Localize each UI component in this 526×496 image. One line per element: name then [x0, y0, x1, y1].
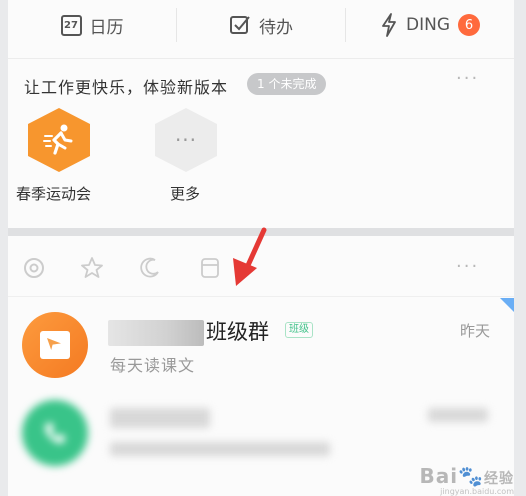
divider: [8, 296, 514, 297]
promo-more-icon[interactable]: ···: [456, 68, 479, 89]
tab-ding-label: DING: [406, 15, 450, 35]
watermark-url: jingyan.baidu.com: [440, 487, 514, 496]
tab-calendar-label: 日历: [89, 17, 124, 38]
calendar-icon: 27: [60, 14, 82, 36]
archive-icon[interactable]: [198, 256, 222, 280]
more-dots-icon: ···: [174, 128, 198, 152]
more-apps-label: 更多: [170, 185, 201, 203]
moon-icon[interactable]: [138, 256, 162, 280]
avatar: [22, 400, 88, 466]
conversation-preview: 每天读课文: [110, 356, 196, 375]
promo-progress-pill[interactable]: 1 个未完成: [247, 73, 327, 95]
book-icon: [40, 331, 70, 359]
conversation-name: 班级群: [206, 320, 269, 344]
ding-count-badge: 6: [458, 14, 480, 36]
spring-sports-app[interactable]: [28, 108, 90, 172]
blurred-text: [428, 408, 488, 422]
at-icon[interactable]: [22, 256, 46, 280]
watermark-text: Bai: [419, 464, 459, 488]
running-man-icon: [43, 124, 73, 155]
spring-sports-label: 春季运动会: [16, 185, 92, 203]
lightning-icon: [382, 13, 396, 37]
redacted-name: [108, 320, 204, 346]
blurred-text: [110, 408, 210, 428]
avatar: [22, 312, 88, 378]
toolbar-more-icon[interactable]: ···: [456, 256, 479, 277]
promo-title: 让工作更快乐，体验新版本: [24, 78, 229, 97]
conversation-time: 昨天: [459, 322, 490, 340]
tab-ding[interactable]: DING 6: [345, 8, 514, 42]
blurred-text: [110, 442, 330, 456]
star-icon[interactable]: [80, 256, 104, 280]
paw-icon: 🐾: [458, 464, 484, 488]
phone-icon: [45, 423, 65, 444]
tab-calendar[interactable]: 27 日历: [8, 8, 176, 42]
conversation-card: ··· 班级群 班级 昨天 每天读课文: [8, 236, 514, 496]
quick-tabs: 27 日历 待办 DING 6: [8, 0, 514, 50]
filter-toolbar: ···: [8, 236, 514, 296]
class-tag: 班级: [285, 322, 313, 338]
divider: [8, 58, 514, 59]
tab-todo[interactable]: 待办: [176, 8, 345, 42]
watermark-suffix: 经验: [484, 471, 514, 487]
unread-corner-marker: [500, 298, 514, 312]
checkbox-icon: [230, 16, 250, 34]
conversation-row[interactable]: 班级群 班级 昨天 每天读课文: [8, 298, 514, 378]
tab-todo-label: 待办: [259, 17, 293, 38]
shortcut-card: 27 日历 待办 DING 6 让工作更快乐，体验新版本 1 个未完成 ···: [8, 0, 514, 228]
watermark-logo: Bai🐾经验: [419, 464, 514, 488]
section-gap: [8, 228, 514, 236]
more-apps-button[interactable]: ···: [155, 108, 217, 172]
